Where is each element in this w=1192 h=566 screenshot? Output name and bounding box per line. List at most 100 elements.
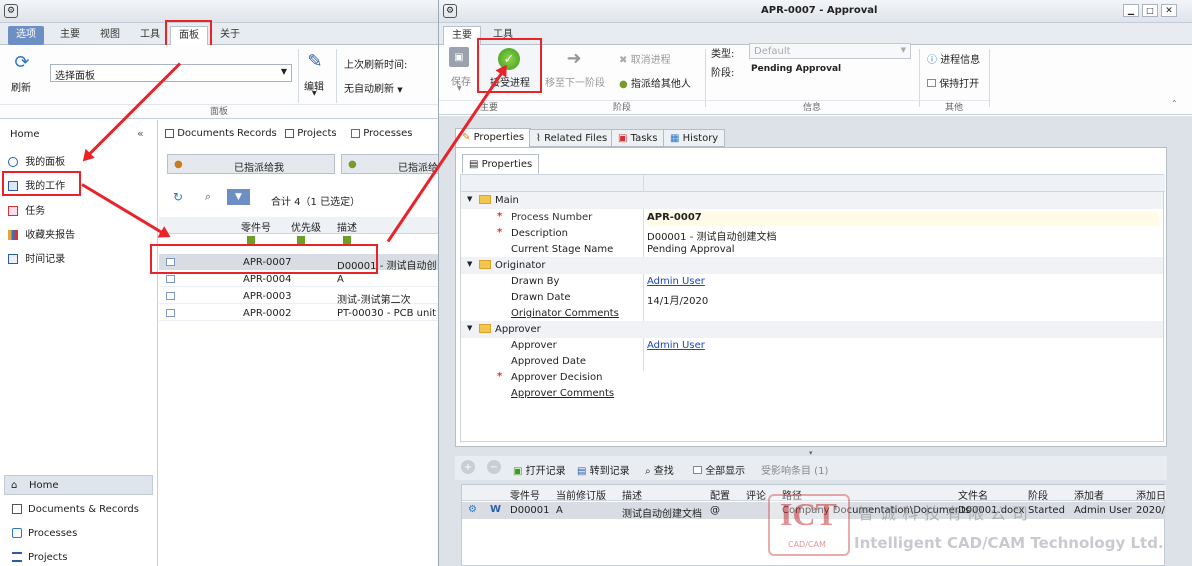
file-cell: D00001: [510, 505, 550, 516]
row-checkbox[interactable]: [166, 309, 175, 317]
process-info-button[interactable]: ⓘ 进程信息: [927, 51, 980, 66]
assigned-to-others-button[interactable]: ● 已指派给: [341, 154, 439, 174]
tab-about[interactable]: 关于: [212, 26, 248, 45]
row-checkbox[interactable]: [166, 275, 175, 283]
goto-record-button[interactable]: ▤ 转到记录: [577, 462, 630, 477]
prop-row-approver-comments[interactable]: Approver Comments: [461, 385, 1163, 402]
prop-row-drawn-by[interactable]: Drawn By Admin User: [461, 273, 1163, 290]
keep-open-box[interactable]: [927, 79, 936, 87]
tab-options[interactable]: 选项: [8, 26, 44, 45]
user-icon: ●: [174, 159, 183, 170]
nav-bottom-documents[interactable]: Documents & Records: [4, 501, 153, 519]
collapse-icon[interactable]: «: [137, 127, 144, 140]
row-description: PT-00030 - PCB unit: [337, 308, 437, 319]
search-icon[interactable]: ⌕: [201, 190, 215, 204]
detail-tab-properties[interactable]: ✎ Properties: [455, 128, 532, 147]
close-icon[interactable]: ✕: [1161, 4, 1177, 17]
group-approver[interactable]: ▼ Approver: [461, 321, 1163, 338]
prop-row-approver-decision[interactable]: * Approver Decision: [461, 369, 1163, 386]
prop-value-link[interactable]: Admin User: [647, 276, 705, 287]
maximize-icon[interactable]: □: [1142, 4, 1158, 17]
detail-tab-history[interactable]: ▦ History: [663, 129, 726, 147]
keep-open-checkbox[interactable]: 保持打开: [927, 75, 979, 90]
collapse-ribbon-icon[interactable]: ⌃: [1171, 99, 1178, 108]
nav-pane: Home « 我的面板 我的工作 任务 收藏夹报告 时间记录 ⌂ Home Do…: [0, 120, 158, 566]
nav-item-time-log[interactable]: 时间记录: [8, 250, 148, 266]
content-tab-documents[interactable]: Documents: [165, 128, 234, 139]
auto-refresh-dropdown[interactable]: 无自动刷新 ▼: [344, 80, 403, 95]
nav-bottom-projects[interactable]: Projects: [4, 549, 153, 566]
filter-icon[interactable]: ▼: [227, 189, 250, 205]
tab-main[interactable]: 主要: [443, 26, 481, 45]
assigned-to-me-button[interactable]: ● 已指派给我: [167, 154, 335, 174]
prop-row-approver[interactable]: Approver Admin User: [461, 337, 1163, 354]
reload-icon[interactable]: ↻: [171, 190, 185, 204]
column-description[interactable]: 描述: [337, 219, 357, 234]
group-label: Main: [495, 195, 519, 206]
show-all-box[interactable]: [693, 466, 702, 474]
edit-button[interactable]: ✎ 编辑 ▼: [302, 49, 328, 98]
record-summary: 合计 4（1 已选定）: [271, 197, 361, 208]
tab-main[interactable]: 主要: [52, 26, 88, 45]
type-label: 类型:: [711, 49, 735, 60]
save-dropdown-icon: ▼: [457, 85, 462, 92]
nav-bottom-processes[interactable]: Processes: [4, 525, 153, 543]
prop-row-approved-date[interactable]: Approved Date: [461, 353, 1163, 370]
move-next-stage-button[interactable]: ➜ 移至下一阶段: [543, 45, 605, 91]
files-column[interactable]: 配置: [710, 487, 730, 502]
nav-home-title: Home: [10, 129, 40, 140]
column-priority[interactable]: 优先级: [291, 219, 321, 234]
assign-other-button[interactable]: ● 指派给其他人: [619, 75, 691, 90]
column-part-number[interactable]: 零件号: [241, 219, 271, 234]
prop-row-process-number[interactable]: * Process Number APR-0007: [461, 209, 1163, 226]
find-button[interactable]: ⌕ 查找: [645, 462, 674, 477]
add-icon[interactable]: +: [461, 460, 475, 474]
sub-tab-properties[interactable]: ▤ Properties: [462, 154, 540, 174]
cancel-process-label: 取消进程: [630, 55, 671, 66]
row-checkbox[interactable]: [166, 292, 175, 300]
prop-value: APR-0007: [647, 212, 1159, 226]
tab-view[interactable]: 视图: [92, 26, 128, 45]
collapse-group-icon[interactable]: ▼: [467, 324, 472, 332]
refresh-button[interactable]: ⟳ 刷新: [6, 51, 38, 99]
files-column[interactable]: 描述: [622, 487, 642, 502]
prop-row-stage-name[interactable]: Current Stage Name Pending Approval: [461, 241, 1163, 258]
cancel-icon: ✖: [619, 55, 628, 66]
open-record-button[interactable]: ▣ 打开记录: [513, 462, 566, 477]
prop-value-link[interactable]: Admin User: [647, 340, 705, 351]
group-originator[interactable]: ▼ Originator: [461, 257, 1163, 274]
selected-row-highlight: [150, 244, 378, 274]
detail-tab-tasks[interactable]: ▣ Tasks: [611, 129, 665, 147]
table-row[interactable]: APR-0003 测试-测试第二次: [159, 288, 439, 306]
remove-icon[interactable]: −: [487, 460, 501, 474]
type-select[interactable]: Default ▼: [749, 43, 911, 59]
filter-row-icon[interactable]: [343, 236, 351, 244]
watermark-logo-text: ICT: [780, 496, 837, 532]
prop-row-originator-comments[interactable]: Originator Comments: [461, 305, 1163, 322]
minimize-icon[interactable]: ▁: [1123, 4, 1139, 17]
process-info-label: 进程信息: [940, 55, 981, 66]
cancel-process-button[interactable]: ✖ 取消进程: [619, 51, 671, 66]
save-button[interactable]: ▣ 保存 ▼: [447, 45, 475, 95]
files-column[interactable]: 评论: [746, 487, 766, 502]
content-tab-projects[interactable]: Projects: [285, 128, 337, 139]
filter-row-icon[interactable]: [297, 236, 305, 244]
detail-tab-related-files[interactable]: ⌇ Related Files: [529, 129, 615, 147]
prop-row-drawn-date[interactable]: Drawn Date 14/1月/2020: [461, 289, 1163, 307]
collapse-group-icon[interactable]: ▼: [467, 195, 472, 203]
collapse-group-icon[interactable]: ▼: [467, 260, 472, 268]
nav-bottom-home[interactable]: ⌂ Home: [4, 475, 153, 495]
detail-tab-label: Related Files: [544, 133, 608, 144]
files-column[interactable]: 当前修订版: [556, 487, 606, 502]
content-tab-records[interactable]: Records: [237, 128, 277, 139]
tab-tools[interactable]: 工具: [132, 26, 168, 45]
nav-item-favorite-reports[interactable]: 收藏夹报告: [8, 226, 148, 242]
edit-tools-icon: ✎: [307, 50, 323, 72]
table-row[interactable]: APR-0002 PT-00030 - PCB unit: [159, 305, 439, 321]
prop-row-description[interactable]: * Description D00001 - 测试自动创建文档: [461, 225, 1163, 243]
show-all-checkbox[interactable]: 全部显示: [693, 462, 745, 477]
group-main[interactable]: ▼ Main: [461, 192, 1163, 209]
files-column[interactable]: 零件号: [510, 487, 540, 502]
filter-row-icon[interactable]: [247, 236, 255, 244]
content-tab-processes[interactable]: Processes: [351, 128, 412, 139]
